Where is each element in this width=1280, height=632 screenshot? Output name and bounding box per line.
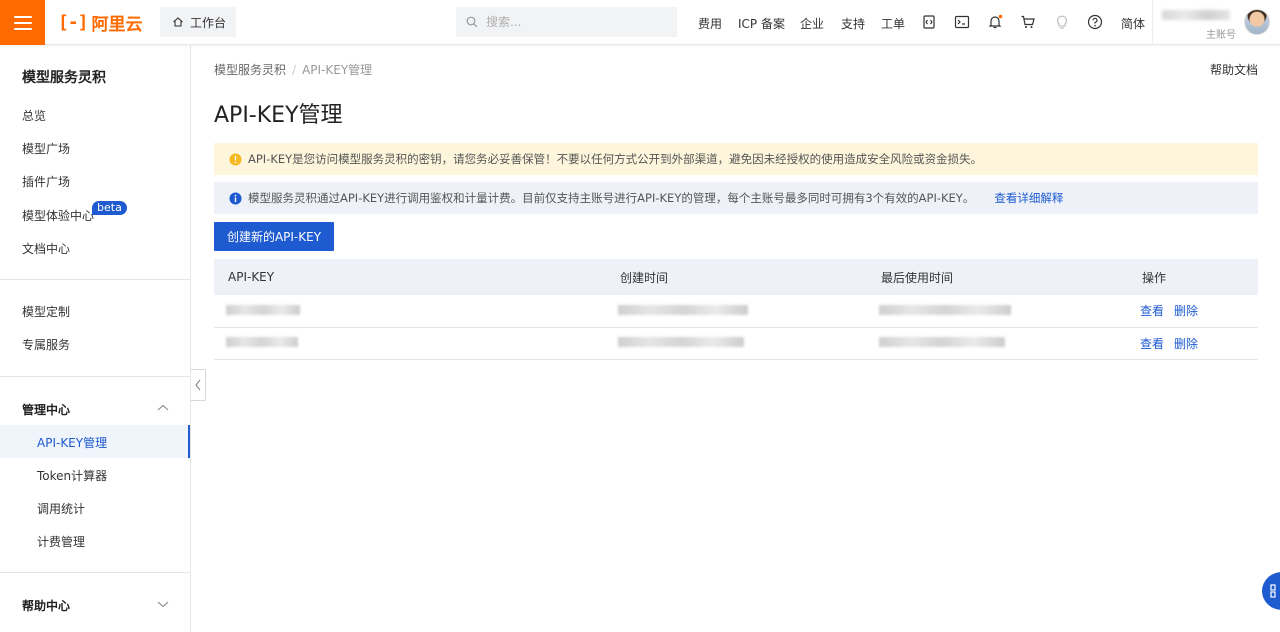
sidebar-title: 模型服务灵积 <box>22 70 106 86</box>
warning-banner: API-KEY是您访问模型服务灵积的密钥，请您务必妥善保管！不要以任何方式公开到… <box>214 143 1258 175</box>
actions-cell: 查看 删除 <box>1128 327 1258 359</box>
table-header-row: API-KEY 创建时间 最后使用时间 操作 <box>214 259 1258 295</box>
sidebar-item-plugin-square[interactable]: 插件广场 <box>22 173 70 190</box>
page-title: API-KEY管理 <box>214 103 343 128</box>
sidebar-item-api-key[interactable]: API-KEY管理 <box>37 434 107 451</box>
column-header-created: 创建时间 <box>620 270 669 285</box>
redacted-value <box>618 337 744 347</box>
sidebar: 模型服务灵积 总览 模型广场 插件广场 模型体验中心 beta 文档中心 模型定… <box>0 45 191 632</box>
create-api-key-button[interactable]: 创建新的API-KEY <box>214 222 334 251</box>
top-navbar: [-] 阿里云 工作台 费用 ICP 备案 企业 支持 工单 简体 主账号 <box>0 0 1280 45</box>
nav-support[interactable]: 支持 <box>841 15 865 32</box>
search-input[interactable] <box>486 15 666 29</box>
redacted-value <box>618 304 748 315</box>
sidebar-item-overview[interactable]: 总览 <box>22 107 46 124</box>
nav-fees[interactable]: 费用 <box>698 15 722 32</box>
api-key-cell <box>214 327 606 359</box>
table-row: 查看 删除 <box>214 327 1258 359</box>
workbench-button[interactable]: 工作台 <box>160 7 236 37</box>
breadcrumb: 模型服务灵积 / API-KEY管理 <box>214 61 372 78</box>
created-time-cell <box>606 295 867 327</box>
sidebar-item-call-stats[interactable]: 调用统计 <box>37 500 85 517</box>
account-role: 主账号 <box>1206 30 1236 41</box>
workbench-label: 工作台 <box>190 15 227 30</box>
sidebar-item-token-calculator[interactable]: Token计算器 <box>37 467 107 484</box>
divider <box>1152 0 1153 45</box>
avatar[interactable] <box>1244 9 1270 35</box>
menu-icon[interactable] <box>0 0 45 45</box>
lightbulb-icon[interactable] <box>1053 13 1071 31</box>
bell-icon[interactable] <box>986 13 1004 31</box>
code-icon[interactable] <box>920 13 938 31</box>
redacted-value <box>226 304 300 315</box>
sidebar-item-docs[interactable]: 文档中心 <box>22 240 70 257</box>
redacted-value <box>879 337 1005 347</box>
help-icon[interactable] <box>1086 13 1104 31</box>
home-icon <box>173 17 183 27</box>
column-header-actions: 操作 <box>1142 270 1167 285</box>
cart-icon[interactable] <box>1019 13 1037 31</box>
info-icon <box>229 191 242 205</box>
help-doc-link[interactable]: 帮助文档 <box>1210 61 1258 78</box>
account-name-redacted[interactable] <box>1162 10 1230 20</box>
terminal-icon[interactable] <box>953 13 971 31</box>
logo-mark-icon: [-] <box>58 11 88 33</box>
warning-text: API-KEY是您访问模型服务灵积的密钥，请您务必妥善保管！不要以任何方式公开到… <box>248 152 983 166</box>
breadcrumb-separator: / <box>292 63 297 77</box>
nav-ticket[interactable]: 工单 <box>881 15 905 32</box>
chevron-up-icon[interactable] <box>157 402 169 414</box>
aliyun-logo[interactable]: [-] 阿里云 <box>58 10 143 35</box>
sidebar-item-model-experience[interactable]: 模型体验中心 <box>22 207 94 224</box>
brand-name: 阿里云 <box>91 14 143 35</box>
column-header-api-key: API-KEY <box>228 270 275 284</box>
last-used-cell <box>867 295 1128 327</box>
redacted-value <box>879 304 1011 315</box>
grid-icon <box>1270 584 1276 598</box>
sidebar-item-billing[interactable]: 计费管理 <box>37 533 85 550</box>
view-link[interactable]: 查看 <box>1140 304 1164 318</box>
info-detail-link[interactable]: 查看详细解释 <box>994 190 1063 206</box>
divider <box>0 572 190 573</box>
actions-cell: 查看 删除 <box>1128 295 1258 327</box>
sidebar-group-manage[interactable]: 管理中心 <box>22 401 70 418</box>
sidebar-item-dedicated[interactable]: 专属服务 <box>22 336 70 353</box>
nav-enterprise[interactable]: 企业 <box>800 15 824 32</box>
api-key-table: API-KEY 创建时间 最后使用时间 操作 查看 删除 查看 删除 <box>214 259 1258 360</box>
divider <box>0 279 190 280</box>
created-time-cell <box>606 327 867 359</box>
chevron-down-icon[interactable] <box>157 598 169 610</box>
breadcrumb-item[interactable]: 模型服务灵积 <box>214 63 286 77</box>
search-icon <box>466 16 478 28</box>
language-switch[interactable]: 简体 <box>1121 15 1145 32</box>
sidebar-group-help[interactable]: 帮助中心 <box>22 597 70 614</box>
sidebar-item-customization[interactable]: 模型定制 <box>22 303 70 320</box>
warning-icon <box>229 152 242 166</box>
search-box[interactable] <box>456 7 677 37</box>
view-link[interactable]: 查看 <box>1140 337 1164 351</box>
delete-link[interactable]: 删除 <box>1174 337 1198 351</box>
api-key-cell <box>214 295 606 327</box>
delete-link[interactable]: 删除 <box>1174 304 1198 318</box>
sidebar-item-model-square[interactable]: 模型广场 <box>22 140 70 157</box>
divider <box>0 376 190 377</box>
nav-icp[interactable]: ICP 备案 <box>738 15 785 32</box>
last-used-cell <box>867 327 1128 359</box>
main-content: 模型服务灵积 / API-KEY管理 帮助文档 API-KEY管理 API-KEY是… <box>192 45 1280 632</box>
redacted-value <box>226 337 298 347</box>
table-row: 查看 删除 <box>214 295 1258 327</box>
info-banner: 模型服务灵积通过API-KEY进行调用鉴权和计量计费。目前仅支持主账号进行API… <box>214 182 1258 214</box>
beta-badge: beta <box>92 201 127 215</box>
column-header-last-used: 最后使用时间 <box>881 270 954 285</box>
info-text: 模型服务灵积通过API-KEY进行调用鉴权和计量计费。目前仅支持主账号进行API… <box>248 191 975 205</box>
breadcrumb-current: API-KEY管理 <box>302 63 373 77</box>
